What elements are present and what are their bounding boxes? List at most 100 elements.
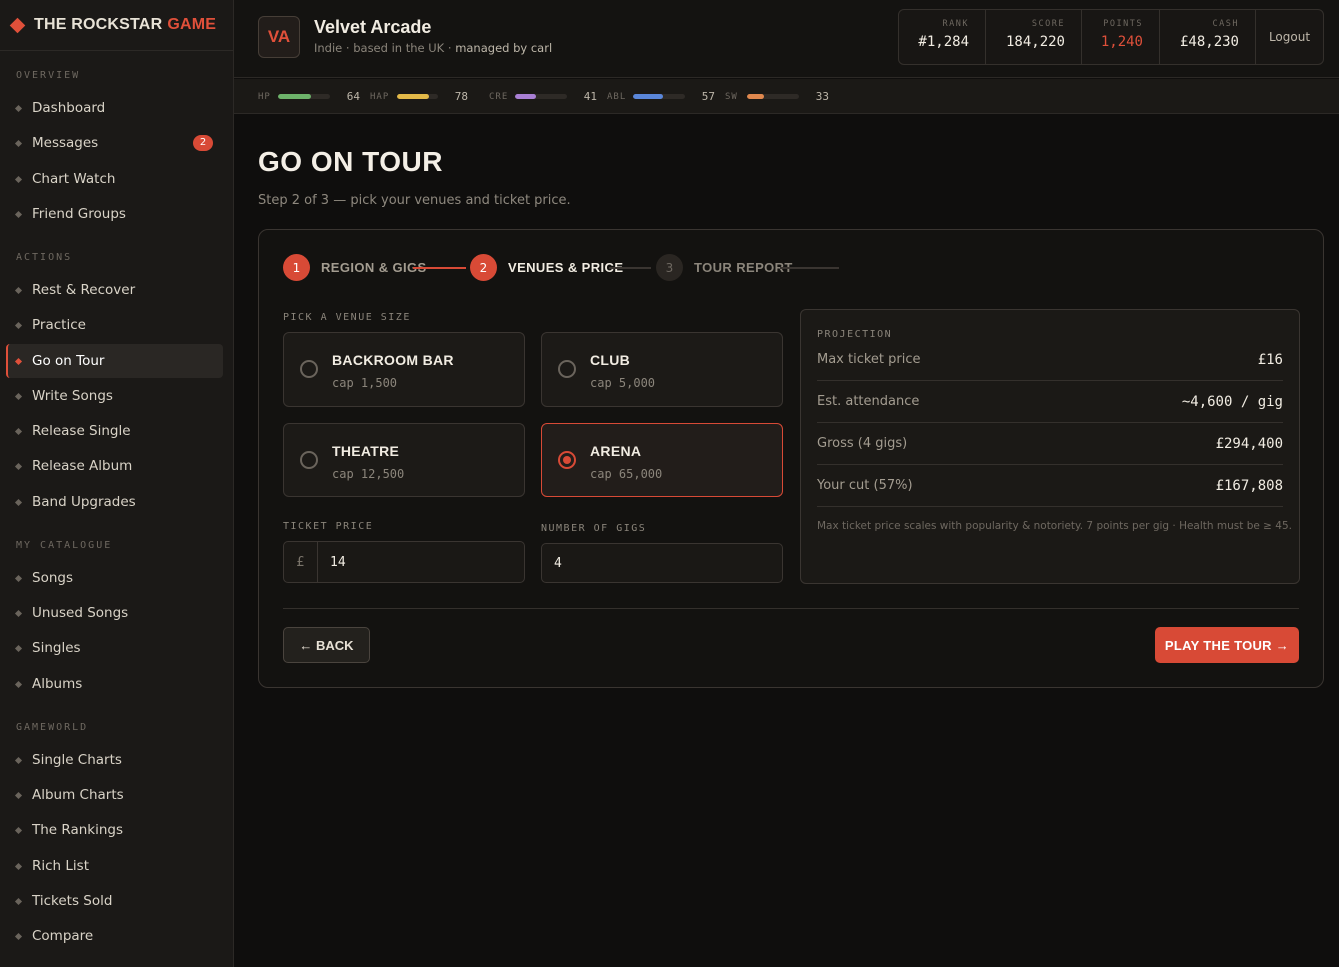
projection-row-gross: Gross (4 gigs) £294,400 xyxy=(817,423,1283,465)
bullet-icon xyxy=(14,644,23,652)
venue-name: ARENA xyxy=(590,443,642,459)
radio-button-selected[interactable] xyxy=(558,451,576,469)
sidebar-item-write-songs[interactable]: Write Songs xyxy=(6,379,223,413)
venue-option-theatre[interactable]: THEATRE cap 12,500 xyxy=(283,423,525,497)
top-header: VA Velvet Arcade Indie · based in the UK… xyxy=(234,0,1339,78)
bullet-icon xyxy=(14,321,23,329)
bullet-icon xyxy=(14,427,23,435)
venue-section-label: PICK A VENUE SIZE xyxy=(283,312,411,323)
venue-option-club[interactable]: CLUB cap 5,000 xyxy=(541,332,783,407)
sidebar-item-label: Tickets Sold xyxy=(32,893,113,909)
play-tour-button[interactable]: PLAY THE TOUR → xyxy=(1155,627,1299,663)
meter-track xyxy=(397,94,438,99)
sidebar-item-albums[interactable]: Albums xyxy=(6,667,223,701)
venue-option-arena[interactable]: ARENA cap 65,000 xyxy=(541,423,783,497)
step-1-number[interactable]: 1 xyxy=(283,254,310,281)
venue-capacity: cap 12,500 xyxy=(332,467,405,481)
meter-fill xyxy=(747,94,765,99)
sidebar-item-songs[interactable]: Songs xyxy=(6,561,223,595)
sidebar-item-album-charts[interactable]: Album Charts xyxy=(6,778,223,812)
sidebar-item-dashboard[interactable]: Dashboard xyxy=(6,91,223,125)
sidebar-item-compare[interactable]: Compare xyxy=(6,919,223,953)
sidebar-item-messages[interactable]: Messages 2 xyxy=(6,126,223,160)
page-subtitle: Step 2 of 3 — pick your venues and ticke… xyxy=(258,193,571,208)
band-avatar: VA xyxy=(258,16,300,58)
meter-label: SW xyxy=(725,91,738,102)
projection-value: ~4,600 / gig xyxy=(1181,393,1283,410)
projection-key: Your cut (57%) xyxy=(817,478,913,493)
ticket-price-value[interactable]: 14 xyxy=(318,555,346,570)
band-name: Velvet Arcade xyxy=(314,17,432,37)
sidebar-item-single-charts[interactable]: Single Charts xyxy=(6,743,223,777)
sidebar-item-label: Release Single xyxy=(32,423,131,439)
back-button[interactable]: ← BACK xyxy=(283,627,370,663)
sidebar-item-label: Dashboard xyxy=(32,100,106,116)
sidebar-item-the-rankings[interactable]: The Rankings xyxy=(6,813,223,847)
bullet-icon xyxy=(14,609,23,617)
sidebar-item-practice[interactable]: Practice xyxy=(6,308,223,342)
meter-fill xyxy=(633,94,663,99)
sidebar-item-label: The Rankings xyxy=(32,822,124,838)
meter-abl: ABL 57 xyxy=(607,79,715,114)
bullet-icon xyxy=(14,897,23,905)
sidebar-item-release-album[interactable]: Release Album xyxy=(6,449,223,483)
stat-value: 184,220 xyxy=(1005,34,1065,50)
bullet-icon xyxy=(14,139,23,147)
step-2-number[interactable]: 2 xyxy=(470,254,497,281)
gigs-value[interactable]: 4 xyxy=(542,556,562,571)
sidebar-item-tickets-sold[interactable]: Tickets Sold xyxy=(6,884,223,918)
stat-points: POINTS 1,240 xyxy=(1082,10,1160,64)
bullet-icon xyxy=(14,357,23,365)
projection-row-max-price: Max ticket price £16 xyxy=(817,339,1283,381)
radio-button[interactable] xyxy=(300,360,318,378)
sidebar-item-unused-songs[interactable]: Unused Songs xyxy=(6,596,223,630)
sidebar-item-rest-recover[interactable]: Rest & Recover xyxy=(6,273,223,307)
gigs-label: NUMBER OF GIGS xyxy=(541,523,647,534)
meter-label: CRE xyxy=(489,91,509,102)
sidebar-item-label: Practice xyxy=(32,317,86,333)
bullet-icon xyxy=(14,756,23,764)
sidebar-item-go-on-tour[interactable]: Go on Tour xyxy=(6,344,223,378)
band-meta-text: Indie · based in the UK · xyxy=(314,41,456,55)
bullet-icon xyxy=(14,392,23,400)
logout-button[interactable]: Logout xyxy=(1256,10,1323,64)
venue-capacity: cap 1,500 xyxy=(332,376,398,390)
venue-name: CLUB xyxy=(590,352,631,368)
stat-value: £48,230 xyxy=(1179,34,1239,50)
page-title: GO ON TOUR xyxy=(258,146,443,177)
step-1-label[interactable]: REGION & GIGS xyxy=(321,260,427,275)
step-3-number: 3 xyxy=(656,254,683,281)
brand-logo[interactable]: THE ROCKSTAR GAME xyxy=(0,0,233,51)
sidebar-item-rich-list[interactable]: Rich List xyxy=(6,849,223,883)
bullet-icon xyxy=(14,462,23,470)
bullet-icon xyxy=(14,680,23,688)
stat-label: SCORE xyxy=(1031,19,1065,29)
meter-track xyxy=(747,94,799,99)
gigs-input[interactable]: 4 xyxy=(541,543,783,583)
sidebar-item-label: Release Album xyxy=(32,458,133,474)
venue-option-backroom-bar[interactable]: BACKROOM BAR cap 1,500 xyxy=(283,332,525,407)
stats-panel: RANK #1,284 SCORE 184,220 POINTS 1,240 C… xyxy=(898,9,1324,65)
meter-fill xyxy=(397,94,429,99)
meter-hap: HAP 78 xyxy=(370,79,468,114)
sidebar-item-label: Album Charts xyxy=(32,787,124,803)
sidebar-item-band-upgrades[interactable]: Band Upgrades xyxy=(6,485,223,519)
step-2-label[interactable]: VENUES & PRICE xyxy=(508,260,623,275)
sidebar-item-friend-groups[interactable]: Friend Groups xyxy=(6,197,223,231)
stat-label: POINTS xyxy=(1103,19,1143,29)
sidebar-item-chart-watch[interactable]: Chart Watch xyxy=(6,162,223,196)
meter-value: 41 xyxy=(583,90,597,103)
sidebar-item-singles[interactable]: Singles xyxy=(6,631,223,665)
sidebar-item-release-single[interactable]: Release Single xyxy=(6,414,223,448)
ticket-price-input[interactable]: £ 14 xyxy=(283,541,525,583)
meter-fill xyxy=(515,94,537,99)
radio-button[interactable] xyxy=(558,360,576,378)
brand-accent: GAME xyxy=(167,16,217,33)
section-my-catalogue: MY CATALOGUE xyxy=(16,540,113,551)
stat-value: 1,240 xyxy=(1100,34,1143,50)
projection-row-attendance: Est. attendance ~4,600 / gig xyxy=(817,381,1283,423)
sidebar-item-label: Friend Groups xyxy=(32,206,126,222)
radio-button[interactable] xyxy=(300,451,318,469)
diamond-logo-icon xyxy=(9,17,26,33)
sidebar-item-label: Chart Watch xyxy=(32,171,116,187)
